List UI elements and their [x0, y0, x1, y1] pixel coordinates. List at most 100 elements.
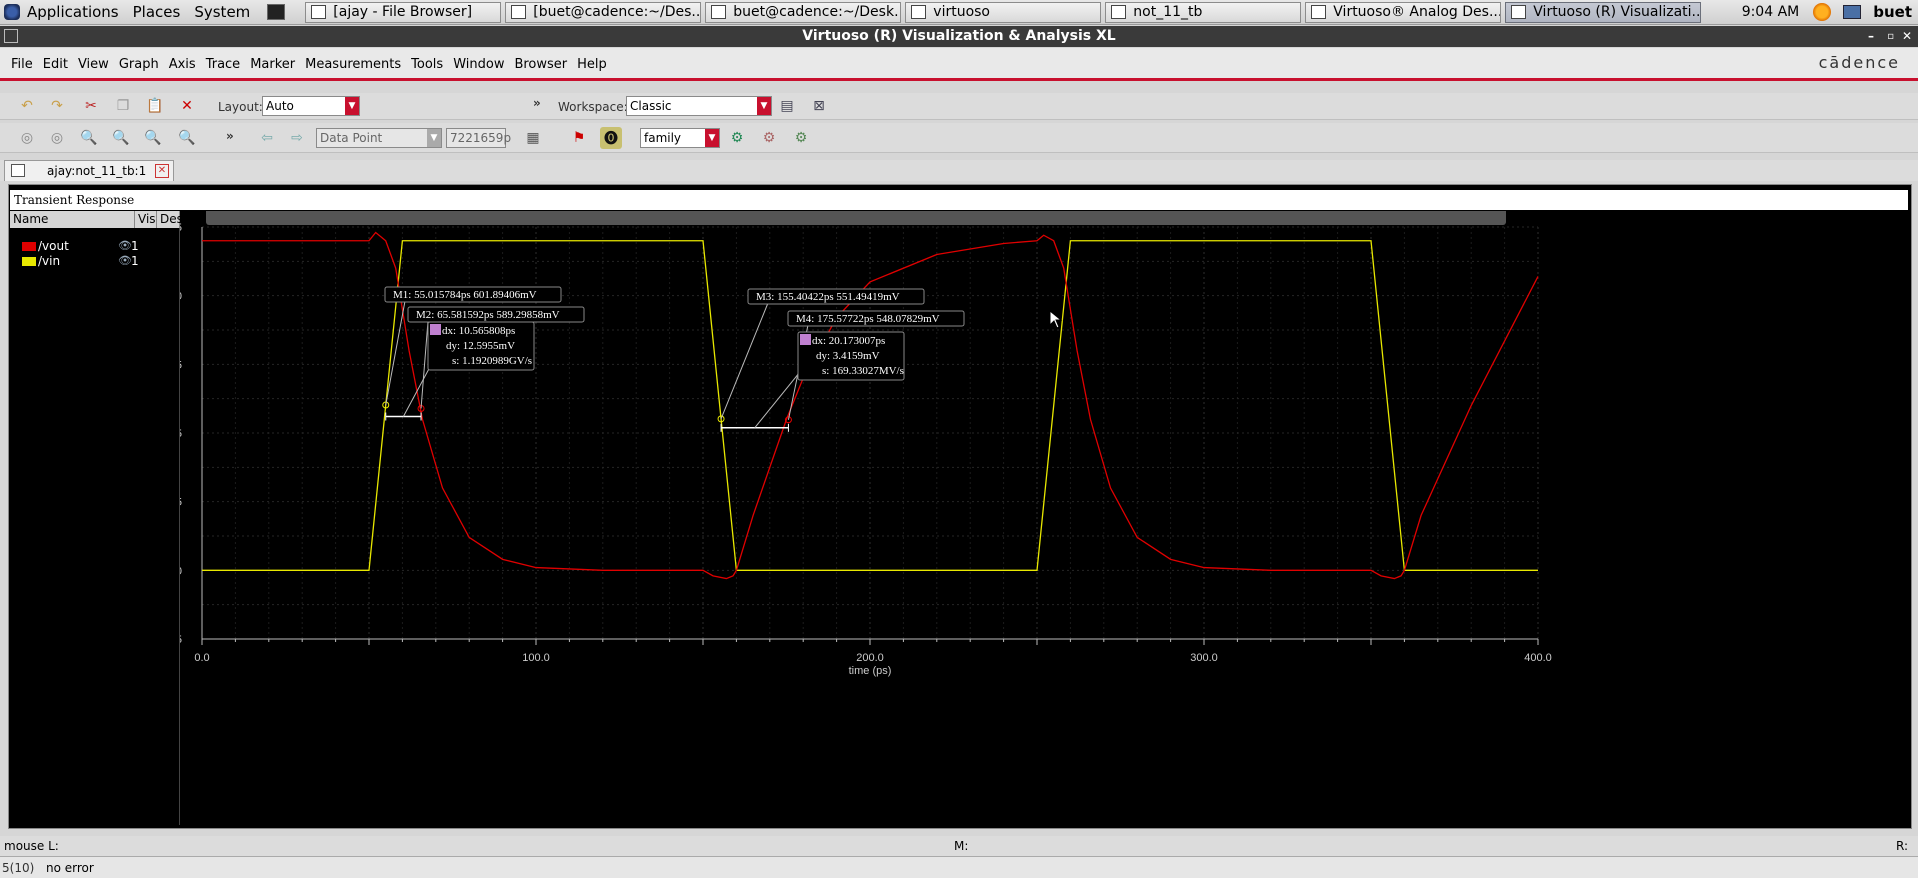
paste-icon[interactable]: 📋	[144, 95, 166, 117]
menu-graph[interactable]: Graph	[114, 50, 164, 80]
calculator-icon[interactable]: ▦	[522, 127, 544, 149]
point-value: 7221659p	[450, 131, 512, 145]
marker-flag-icon[interactable]: ⚑	[568, 127, 590, 149]
legend-row[interactable]: /vout 👁 1	[10, 239, 180, 254]
cadence-logo: cādence	[1818, 53, 1900, 72]
info-icon[interactable]: ⓿	[600, 127, 622, 149]
menu-measurements[interactable]: Measurements	[300, 50, 406, 80]
plot-background	[180, 211, 1910, 825]
delta-dy: dy: 12.5955mV	[446, 340, 515, 352]
window-menu-icon[interactable]	[4, 29, 18, 43]
menu-browser[interactable]: Browser	[509, 50, 572, 80]
places-menu[interactable]: Places	[126, 3, 188, 21]
menubar: File Edit View Graph Axis Trace Marker Measurem…	[0, 48, 1918, 81]
window-icon	[711, 5, 727, 19]
y-tick-label: .25	[180, 497, 182, 509]
update-icon[interactable]	[1813, 3, 1832, 21]
menu-file[interactable]: File	[6, 50, 38, 80]
taskbar-button[interactable]: Virtuoso (R) Visualizati...	[1505, 1, 1702, 23]
taskbar-label: Virtuoso (R) Visualizati...	[1533, 4, 1702, 20]
family-split-icon[interactable]: ⚙	[790, 127, 812, 149]
chevron-down-icon: ▼	[345, 97, 359, 115]
taskbar-button[interactable]: Virtuoso® Analog Des...	[1305, 1, 1502, 23]
taskbar-button[interactable]: buet@cadence:~/Desk...	[705, 1, 902, 23]
menu-marker[interactable]: Marker	[245, 50, 300, 80]
layout-select[interactable]: Auto ▼	[262, 96, 360, 116]
workspace-delete-icon[interactable]: ⊠	[808, 95, 830, 117]
fit-icon[interactable]: ◎	[16, 127, 38, 149]
taskbar-label: [buet@cadence:~/Des...	[533, 4, 702, 20]
y-tick-label: 1.0	[180, 291, 182, 303]
zoom-in-icon[interactable]: 🔍	[110, 127, 132, 149]
workspace-value: Classic	[630, 99, 672, 113]
window-titlebar[interactable]: Virtuoso (R) Visualization & Analysis XL…	[0, 26, 1918, 47]
trace-legend: Name Vis Des /vout 👁 1/vin 👁 1	[10, 211, 183, 825]
x-tick-label: 300.0	[1190, 652, 1218, 664]
workspace-save-icon[interactable]: ▤	[776, 95, 798, 117]
menu-tools[interactable]: Tools	[406, 50, 448, 80]
system-menu[interactable]: System	[187, 3, 257, 21]
zoom-area-icon[interactable]: 🔍	[176, 127, 198, 149]
delta-dy: dy: 3.4159mV	[816, 350, 880, 362]
workspace-select[interactable]: Classic ▼	[626, 96, 772, 116]
gnome-foot-icon[interactable]	[4, 4, 20, 20]
delta-dx: dx: 10.565808ps	[442, 325, 515, 337]
point-value-field[interactable]: 7221659p	[446, 128, 511, 148]
legend-row[interactable]: /vin 👁 1	[10, 254, 180, 269]
eye-icon[interactable]: 👁	[118, 254, 132, 267]
toolbar-overflow[interactable]: »	[533, 96, 541, 110]
delta-dx: dx: 20.173007ps	[812, 335, 885, 347]
taskbar-button[interactable]: virtuoso	[905, 1, 1102, 23]
copy-icon[interactable]: ❐	[112, 95, 134, 117]
menu-help[interactable]: Help	[572, 50, 612, 80]
menu-view[interactable]: View	[73, 50, 114, 80]
zoom-scrollbar[interactable]	[206, 211, 1506, 225]
legend-header-des[interactable]: Des	[157, 211, 183, 228]
window-icon	[1111, 5, 1127, 19]
family-spread-icon[interactable]: ⚙	[758, 127, 780, 149]
layout-value: Auto	[266, 99, 294, 113]
clock[interactable]: 9:04 AM	[1734, 4, 1808, 20]
family-select[interactable]: family ▼	[640, 128, 720, 148]
x-tick-label: 100.0	[522, 652, 550, 664]
minimize-icon[interactable]: –	[1868, 26, 1874, 47]
tab-not-11-tb[interactable]: ajay:not_11_tb:1 ✕	[4, 160, 174, 181]
toolbar-graph: ◎ ◎ 🔍 🔍 🔍 🔍 » ⇦ ⇨ Data Point ▼ 7221659p ▦…	[0, 123, 1918, 153]
taskbar-label: not_11_tb	[1133, 4, 1203, 20]
family-overlay-icon[interactable]: ⚙	[726, 127, 748, 149]
terminal-launcher-icon[interactable]	[267, 4, 286, 20]
waveform-plot[interactable]: 0.0 100.0 200.0 300.0 400.0 -.25 0.0 .25 .5 .75 1.…	[180, 211, 1910, 825]
redo-icon[interactable]: ↷	[46, 95, 68, 117]
top-panel: Applications Places System [ajay - File …	[0, 0, 1918, 25]
legend-header-name[interactable]: Name	[10, 211, 135, 228]
menu-edit[interactable]: Edit	[38, 50, 73, 80]
taskbar-button[interactable]: [buet@cadence:~/Des...	[505, 1, 702, 23]
next-point-icon[interactable]: ⇨	[286, 127, 308, 149]
taskbar-button[interactable]: [ajay - File Browser]	[305, 1, 502, 23]
menu-trace[interactable]: Trace	[201, 50, 246, 80]
taskbar-button[interactable]: not_11_tb	[1105, 1, 1302, 23]
zoom-out-icon[interactable]: 🔍	[142, 127, 164, 149]
delete-icon[interactable]: ✕	[176, 95, 198, 117]
y-tick-label: -.25	[180, 634, 182, 646]
menu-axis[interactable]: Axis	[164, 50, 201, 80]
menu-window[interactable]: Window	[448, 50, 509, 80]
legend-header-vis[interactable]: Vis	[135, 211, 157, 228]
close-tab-icon[interactable]: ✕	[155, 164, 169, 178]
eye-icon[interactable]: 👁	[118, 239, 132, 252]
network-icon[interactable]	[1843, 5, 1862, 19]
trace-vis-value: 1	[131, 254, 139, 268]
close-icon[interactable]: ✕	[1902, 26, 1912, 47]
x-tick-label: 400.0	[1524, 652, 1552, 664]
toolbar2-overflow[interactable]: »	[226, 129, 234, 143]
data-point-select[interactable]: Data Point ▼	[316, 128, 442, 148]
applications-menu[interactable]: Applications	[20, 3, 126, 21]
cut-icon[interactable]: ✂	[80, 95, 102, 117]
user-name[interactable]: buet	[1867, 3, 1918, 21]
delta-s: s: 1.1920989GV/s	[452, 355, 532, 367]
fit-x-icon[interactable]: ◎	[46, 127, 68, 149]
maximize-icon[interactable]: ▫	[1887, 26, 1894, 47]
undo-icon[interactable]: ↶	[16, 95, 38, 117]
zoom-icon[interactable]: 🔍	[78, 127, 100, 149]
prev-point-icon[interactable]: ⇦	[256, 127, 278, 149]
